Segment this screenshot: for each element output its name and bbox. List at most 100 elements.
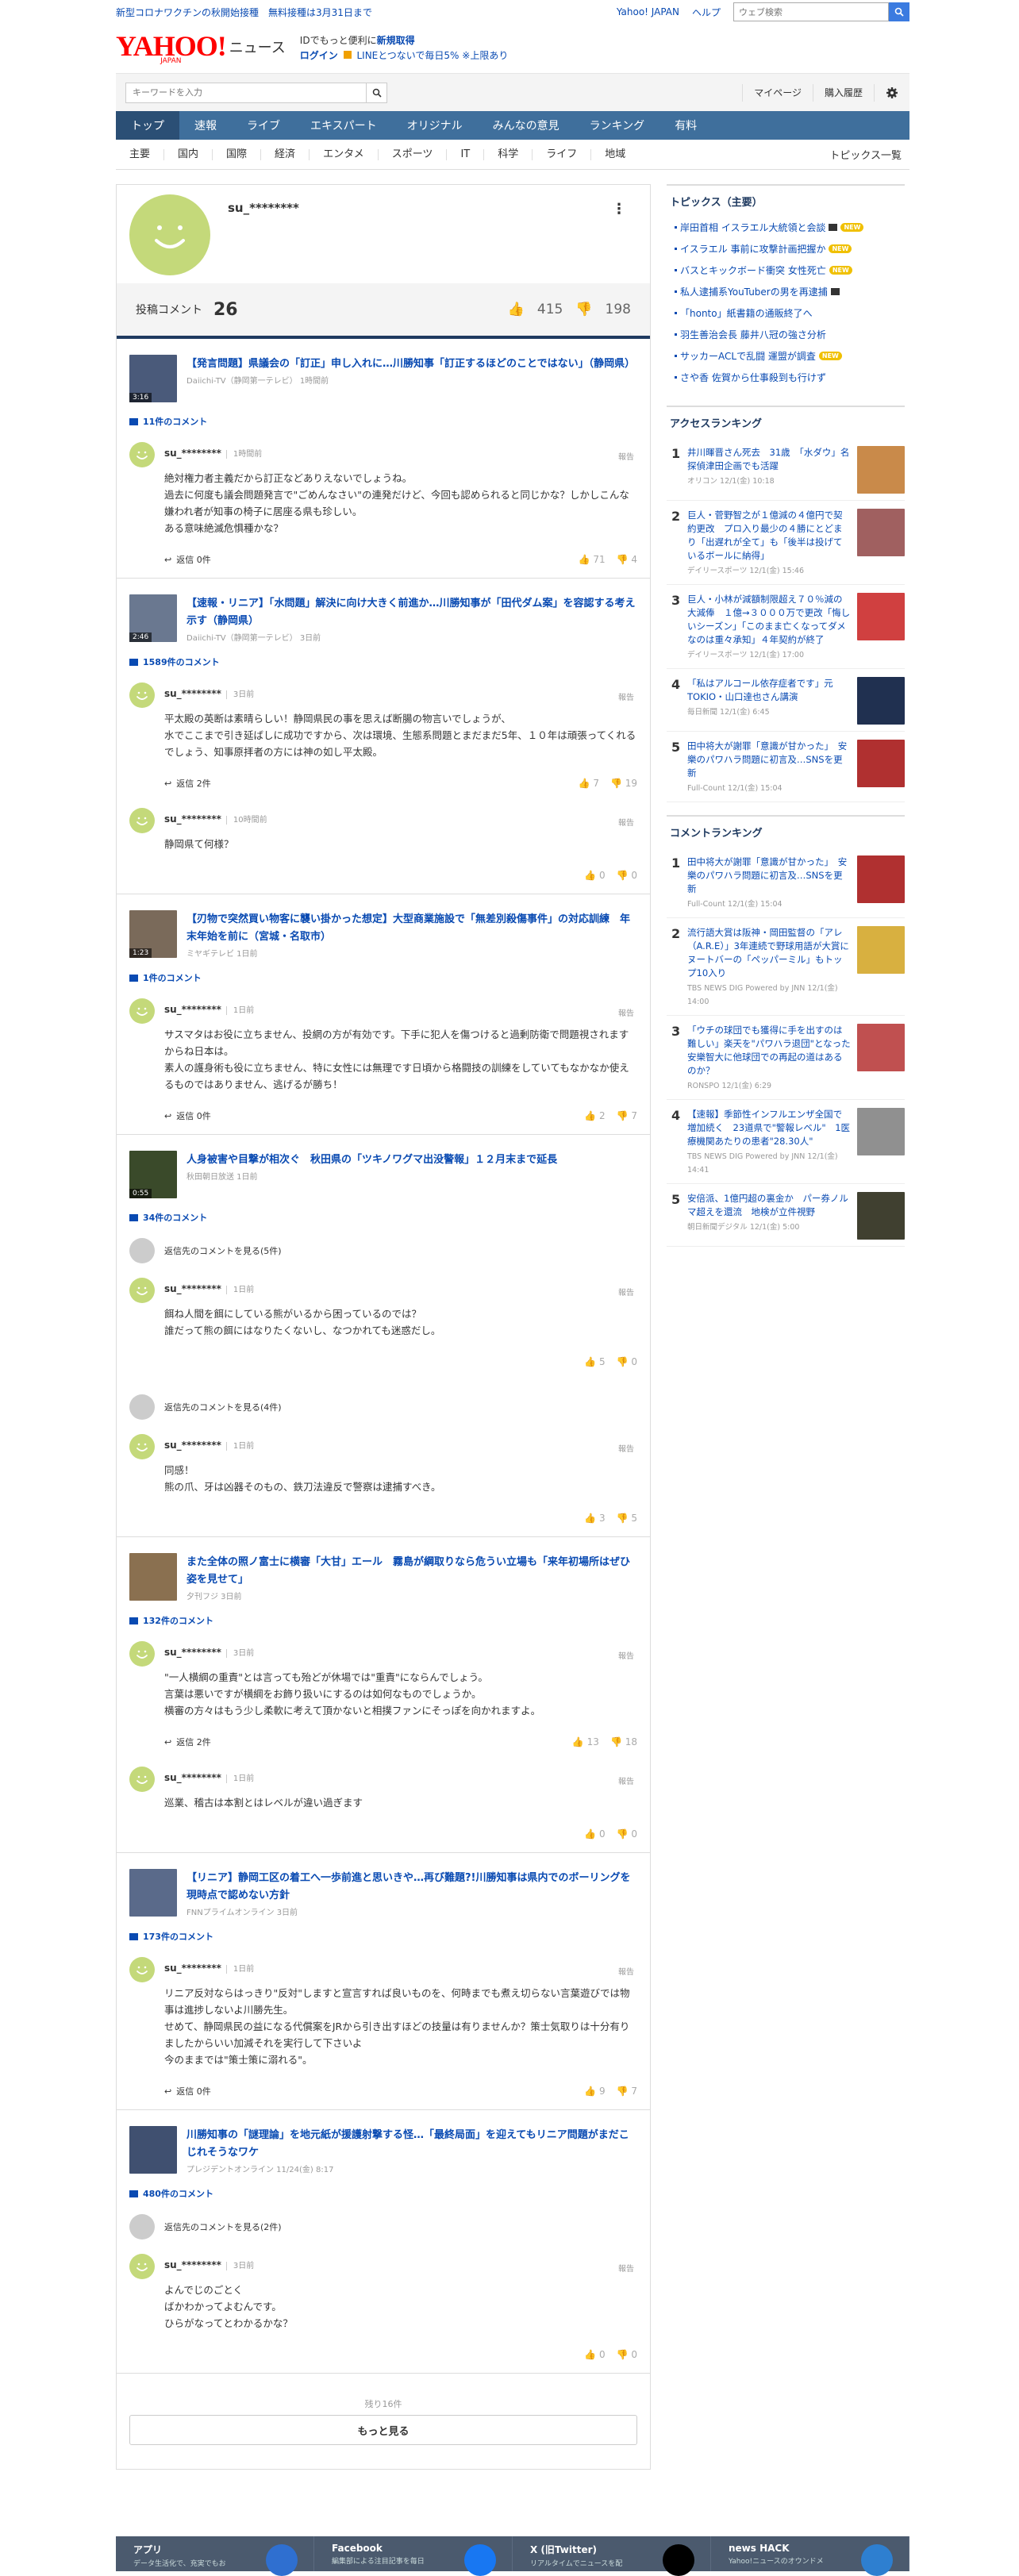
tab-paid[interactable]: 有料 [659,111,712,140]
like-button[interactable]: 👍 3 [584,1513,605,1524]
dislike-button[interactable]: 👎 18 [610,1736,637,1747]
comment-count-link[interactable]: 34件のコメント [129,1211,637,1224]
reply-button[interactable]: ↩ 返信 0件 [164,553,211,566]
article-thumbnail[interactable]: 1:23 [129,910,177,958]
report-link[interactable]: 報告 [618,1006,634,1018]
parent-comment-link[interactable]: 返信先のコメントを見る(4件) [129,1394,637,1420]
web-search-input[interactable] [733,2,889,21]
comment-count-link[interactable]: 11件のコメント [129,415,637,428]
footer-facebook-link[interactable]: Facebook 編集部による注目記事を毎日 [314,2536,513,2576]
footer-x-link[interactable]: X (旧Twitter) リアルタイムでニュースを配 [513,2536,711,2576]
topics-list-link[interactable]: トピックス一覧 [829,147,909,162]
comment-username[interactable]: su_******** [164,1963,221,1974]
ranking-item[interactable]: 4 【速報】季節性インフルエンザ全国で増加続く 23道県で"警報レベル" 1医療機… [667,1100,905,1184]
dislike-button[interactable]: 👎 4 [617,554,637,565]
reply-button[interactable]: ↩ 返信 2件 [164,777,211,790]
report-link[interactable]: 報告 [618,450,634,462]
reply-button[interactable]: ↩ 返信 0件 [164,2085,211,2097]
category-domestic[interactable]: 国内 [164,148,213,160]
comment-username[interactable]: su_******** [164,2259,221,2270]
article-title[interactable]: 【刃物で突然買い物客に襲い掛かった想定】大型商業施設で「無差別殺傷事件」の対応訓… [186,913,630,943]
comment-count-link[interactable]: 173件のコメント [129,1930,637,1943]
article-title[interactable]: 【速報・リニア】「水問題」解決に向け大きく前進か…川勝知事が「田代ダム案」を容認… [186,598,636,627]
report-link[interactable]: 報告 [618,1649,634,1661]
tab-ranking[interactable]: ランキング [575,111,660,140]
article-thumbnail[interactable]: 0:55 [129,1151,177,1198]
article-title[interactable]: 【リニア】静岡工区の着工へ一歩前進と思いきや…再び難題?!川勝知事は県内でのボー… [186,1872,630,1901]
category-local[interactable]: 地域 [591,148,639,160]
category-main[interactable]: 主要 [116,148,165,160]
footer-app-link[interactable]: アプリ データ生活化で、充実でもお [116,2536,314,2576]
news-search-input[interactable] [126,83,366,102]
article-thumbnail[interactable]: 3:16 [129,355,177,402]
report-link[interactable]: 報告 [618,1286,634,1298]
comment-username[interactable]: su_******** [164,1772,221,1783]
ranking-item[interactable]: 3 巨人・小林が減額制限超え７０％減の大減俸 １億→３０００万で更改「悔しいシーズ… [667,585,905,669]
tab-live[interactable]: ライブ [232,111,295,140]
topic-item[interactable]: 岸田首相 イスラエル大統領と会談 NEW [667,217,905,238]
topic-item[interactable]: 「honto」紙書籍の通販終了へ [667,302,905,324]
covid-notice-link[interactable]: 新型コロナワクチンの秋開始接種 無料接種は3月31日まで [116,6,372,19]
category-entertainment[interactable]: エンタメ [310,148,379,160]
ranking-item[interactable]: 2 巨人・菅野智之が１億減の４億円で契約更改 プロ入り最少の４勝にとどまり「出遅れ… [667,501,905,585]
report-link[interactable]: 報告 [618,2262,634,2274]
dislike-button[interactable]: 👎 7 [617,1110,637,1121]
ranking-item[interactable]: 4 「私はアルコール依存症者です」元TOKIO・山口達也さん講演 毎日新聞 12/1… [667,669,905,732]
tab-top[interactable]: トップ [116,111,179,140]
dislike-button[interactable]: 👎 7 [617,2086,637,2097]
reply-button[interactable]: ↩ 返信 2件 [164,1736,211,1748]
ranking-item[interactable]: 1 井川暉晋さん死去 31歳 「水ダウ」名探偵津田企画でも活躍 オリコン 12/1(… [667,438,905,501]
dislike-button[interactable]: 👎 0 [617,1828,637,1840]
category-science[interactable]: 科学 [484,148,533,160]
parent-comment-link[interactable]: 返信先のコメントを見る(2件) [129,2214,637,2240]
tab-original[interactable]: オリジナル [392,111,478,140]
report-link[interactable]: 報告 [618,816,634,828]
like-button[interactable]: 👍 0 [584,870,605,881]
comment-username[interactable]: su_******** [164,688,221,699]
dislike-button[interactable]: 👎 0 [617,1356,637,1367]
dislike-button[interactable]: 👎 5 [617,1513,637,1524]
purchase-history-link[interactable]: 購入履歴 [812,83,874,102]
comment-username[interactable]: su_******** [164,813,221,825]
like-button[interactable]: 👍 2 [584,1110,605,1121]
yahoo-news-logo[interactable]: YAHOO! JAPAN ニュース [116,32,286,65]
article-thumbnail[interactable] [129,1869,177,1917]
ranking-item[interactable]: 5 安倍派、1億円超の裏金か パー券ノルマ超えを還流 地検が立件視野 朝日新聞デジタ… [667,1184,905,1247]
like-button[interactable]: 👍 0 [584,1828,605,1840]
tab-opinions[interactable]: みんなの意見 [478,111,575,140]
login-link[interactable]: ログイン [300,50,338,61]
topic-item[interactable]: 私人逮捕系YouTuberの男を再逮捕 [667,281,905,302]
tab-breaking[interactable]: 速報 [179,111,232,140]
ranking-item[interactable]: 3 「ウチの球団でも獲得に手を出すのは難しい」楽天を"パワハラ退団"となった安樂智… [667,1016,905,1100]
like-button[interactable]: 👍 5 [584,1356,605,1367]
comment-count-link[interactable]: 1件のコメント [129,971,637,984]
category-it[interactable]: IT [447,148,485,160]
load-more-button[interactable]: もっと見る [129,2415,637,2445]
web-search-button[interactable] [889,2,909,21]
help-link[interactable]: ヘルプ [692,6,721,19]
topic-item[interactable]: バスとキックボード衝突 女性死亡 NEW [667,260,905,281]
report-link[interactable]: 報告 [618,1965,634,1977]
article-thumbnail[interactable] [129,2126,177,2174]
comment-username[interactable]: su_******** [164,1647,221,1658]
ranking-item[interactable]: 1 田中将大が謝罪「意識が甘かった」 安樂のパワハラ問題に初言及…SNSを更新 Fu… [667,848,905,918]
comment-count-link[interactable]: 480件のコメント [129,2187,637,2200]
article-title[interactable]: 川勝知事の「謎理論」を地元紙が援護射撃する怪…「最終局面」を迎えてもリニア問題が… [186,2129,629,2159]
dislike-button[interactable]: 👎 0 [617,870,637,881]
parent-comment-link[interactable]: 返信先のコメントを見る(5件) [129,1238,637,1263]
settings-button[interactable] [874,83,909,102]
like-button[interactable]: 👍 71 [579,554,606,565]
article-thumbnail[interactable] [129,1553,177,1601]
signup-link[interactable]: 新規取得 [377,35,415,46]
report-link[interactable]: 報告 [618,1774,634,1786]
comment-count-link[interactable]: 132件のコメント [129,1614,637,1627]
footer-newshack-link[interactable]: news HACK Yahoo!ニュースのオウンドメ [711,2536,909,2576]
line-promo-link[interactable]: LINEとつないで毎日5% ※上限あり [356,50,508,61]
category-sports[interactable]: スポーツ [379,148,448,160]
dislike-button[interactable]: 👎 0 [617,2349,637,2360]
dislike-button[interactable]: 👎 19 [610,778,637,789]
category-world[interactable]: 国際 [213,148,262,160]
comment-username[interactable]: su_******** [164,1004,221,1015]
comment-username[interactable]: su_******** [164,448,221,459]
ranking-item[interactable]: 2 流行語大賞は阪神・岡田監督の「アレ（A.R.E）」3年連続で野球用語が大賞に … [667,918,905,1016]
